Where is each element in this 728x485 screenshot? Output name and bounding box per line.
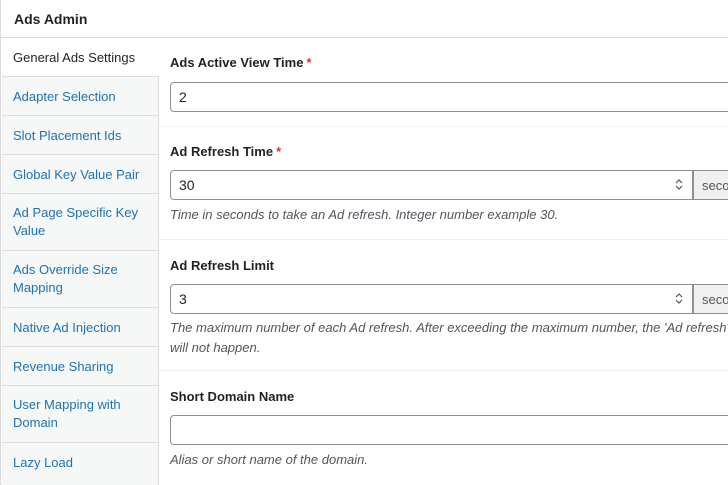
field-label-text: Short Domain Name	[170, 389, 295, 404]
field-label-text: Ads Active View Time	[170, 55, 304, 70]
sidebar-item-label: Adapter Selection	[13, 89, 116, 104]
field-label: Ad Refresh Limit	[170, 258, 274, 273]
field-short-domain-name: Short Domain Name Alias or short name of…	[159, 371, 728, 485]
settings-content: Ads Active View Time* Ad Refresh Time* s…	[159, 38, 728, 485]
sidebar-item-label: User Mapping with Domain	[13, 397, 121, 430]
ads-admin-panel: Ads Admin General Ads Settings Adapter S…	[0, 0, 728, 485]
short-domain-name-input[interactable]	[170, 415, 728, 445]
sidebar-item-global-key-value-pair[interactable]: Global Key Value Pair	[2, 155, 158, 194]
sidebar-item-ads-override-size-mapping[interactable]: Ads Override Size Mapping	[2, 251, 158, 308]
unit-suffix: seconds	[693, 170, 728, 200]
ad-refresh-time-input[interactable]	[170, 170, 693, 200]
sidebar-item-label: Global Key Value Pair	[13, 167, 140, 182]
sidebar-item-label: Ads Override Size Mapping	[13, 262, 118, 295]
field-label-text: Ad Refresh Time	[170, 144, 274, 159]
field-description-line-2: will not happen.	[170, 340, 261, 355]
settings-sidebar: General Ads Settings Adapter Selection S…	[2, 38, 159, 485]
sidebar-item-label: Lazy Load	[13, 455, 73, 470]
ad-refresh-time-group: seconds	[159, 170, 728, 200]
field-ad-refresh-time: Ad Refresh Time* seconds Time in seconds…	[159, 127, 728, 240]
unit-suffix: seconds	[693, 284, 728, 314]
sidebar-item-label: Ad Page Specific Key Value	[13, 205, 139, 238]
sidebar-item-adapter-selection[interactable]: Adapter Selection	[2, 77, 158, 116]
sidebar-item-user-mapping-with-domain[interactable]: User Mapping with Domain	[2, 386, 158, 443]
sidebar-item-label: Revenue Sharing	[13, 359, 114, 374]
field-ad-refresh-limit: Ad Refresh Limit seconds The maximum num…	[159, 240, 728, 371]
field-label: Ad Refresh Time *	[170, 144, 281, 159]
field-description: Time in seconds to take an Ad refresh. I…	[170, 207, 559, 222]
ad-refresh-limit-input[interactable]	[170, 284, 693, 314]
sidebar-item-label: General Ads Settings	[13, 50, 136, 65]
field-label-text: Ad Refresh Limit	[170, 258, 275, 273]
sidebar-item-ad-page-specific-key-value[interactable]: Ad Page Specific Key Value	[2, 194, 158, 251]
ad-refresh-limit-group: seconds	[159, 284, 728, 314]
sidebar-item-native-ad-injection[interactable]: Native Ad Injection	[2, 308, 158, 347]
sidebar-item-label: Native Ad Injection	[13, 320, 121, 335]
panel-header: Ads Admin	[1, 0, 728, 38]
ads-active-view-time-input[interactable]	[170, 82, 728, 112]
sidebar-item-slot-placement-ids[interactable]: Slot Placement Ids	[2, 116, 158, 155]
field-label: Ads Active View Time *	[170, 55, 312, 70]
sidebar-item-general-ads-settings[interactable]: General Ads Settings	[2, 38, 159, 77]
field-description-line-1: The maximum number of each Ad refresh. A…	[170, 320, 728, 335]
required-marker: *	[276, 144, 282, 159]
page-title: Ads Admin	[14, 11, 88, 27]
sidebar-item-revenue-sharing[interactable]: Revenue Sharing	[2, 347, 158, 386]
field-label: Short Domain Name	[170, 389, 294, 404]
number-spinner-icon[interactable]	[675, 292, 683, 305]
required-marker: *	[306, 55, 312, 70]
field-ads-active-view-time: Ads Active View Time *	[159, 38, 728, 127]
number-spinner-icon[interactable]	[675, 178, 683, 191]
sidebar-item-label: Slot Placement Ids	[13, 128, 122, 143]
field-description: Alias or short name of the domain.	[170, 452, 368, 467]
sidebar-item-lazy-load[interactable]: Lazy Load	[2, 443, 158, 485]
